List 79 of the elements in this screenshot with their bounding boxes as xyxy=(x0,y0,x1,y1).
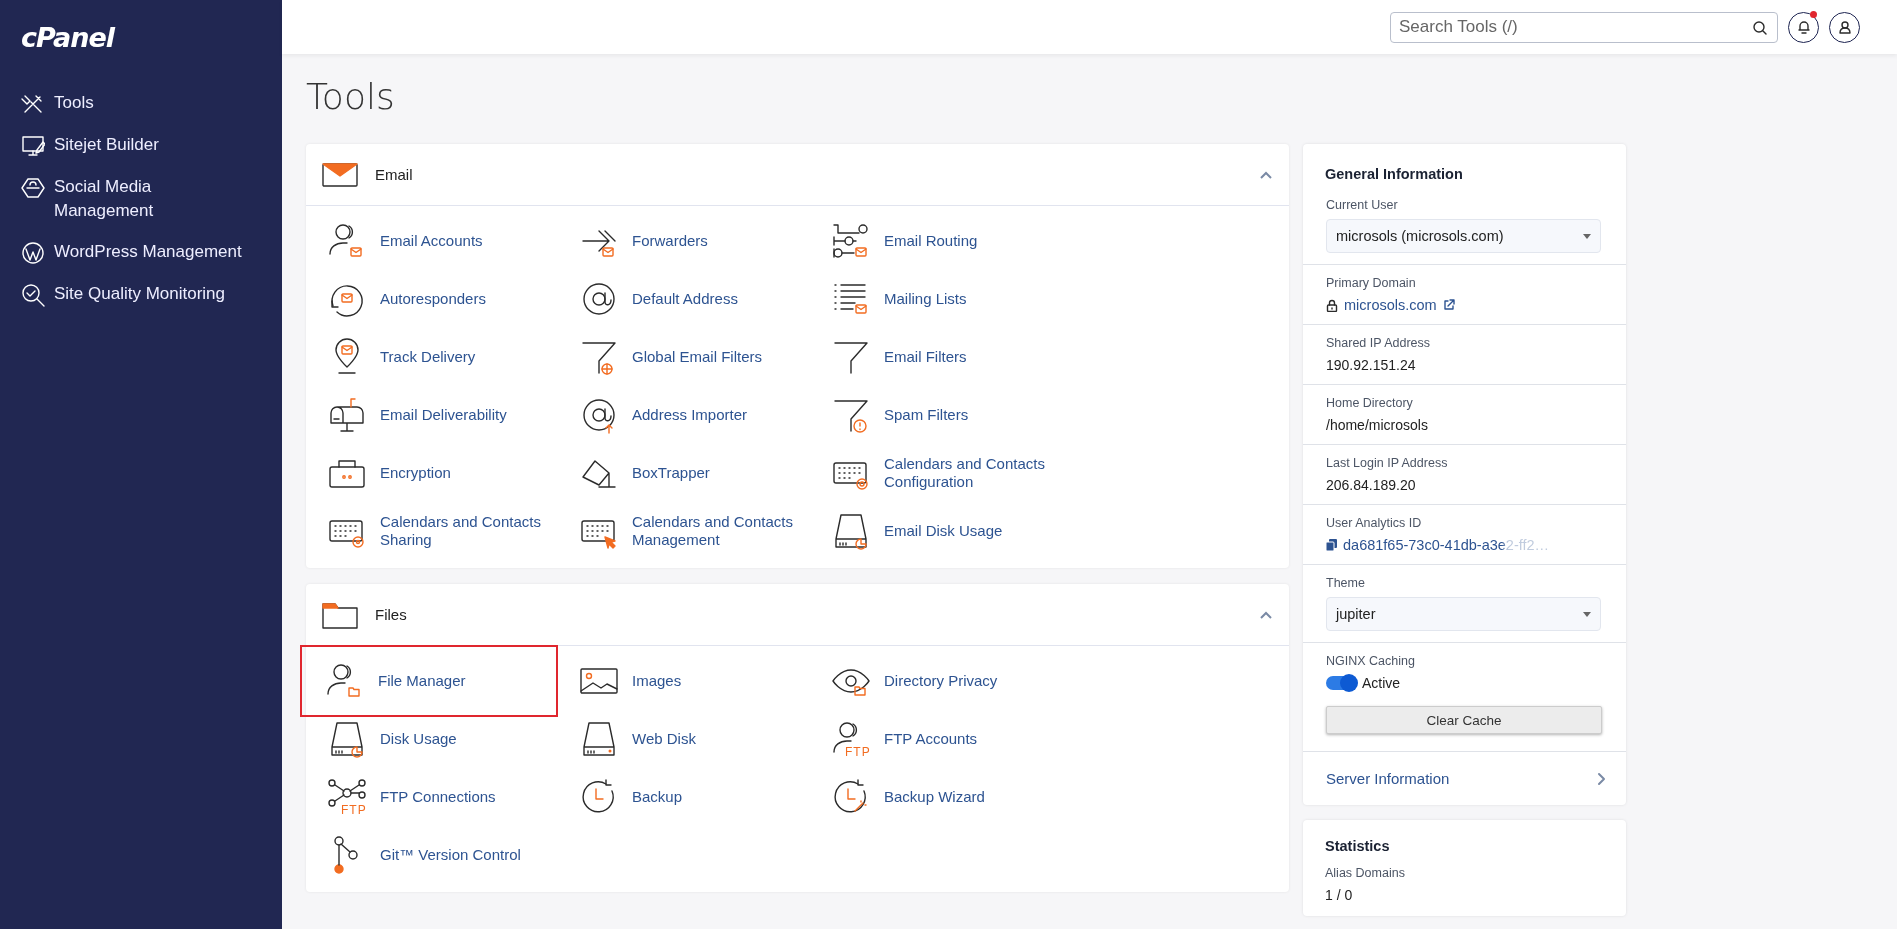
sidebar-item[interactable]: Sitejet Builder xyxy=(21,133,271,158)
tool-link[interactable]: Encryption xyxy=(306,444,558,502)
tool-link[interactable]: Global Email Filters xyxy=(558,328,810,386)
tool-link[interactable]: BoxTrapper xyxy=(558,444,810,502)
tool-link[interactable]: Address Importer xyxy=(558,386,810,444)
mailbox-icon xyxy=(327,395,367,435)
lock-icon xyxy=(1326,298,1338,312)
hexagon-icon xyxy=(21,176,45,200)
tool-link[interactable]: File Manager xyxy=(300,645,558,717)
toggle-switch[interactable] xyxy=(1326,676,1356,690)
toggle-label: Active xyxy=(1362,675,1401,691)
tool-link[interactable]: Forwarders xyxy=(558,212,810,270)
tool-link[interactable]: Mailing Lists xyxy=(810,270,1062,328)
ftp-label: FTP xyxy=(341,804,367,816)
select-field[interactable]: jupiter xyxy=(1326,597,1601,631)
magnifier-check-icon xyxy=(21,283,45,307)
field-label: Theme xyxy=(1326,576,1366,590)
tool-link[interactable]: Email Filters xyxy=(810,328,1062,386)
card-title: General Information xyxy=(1324,165,1464,184)
tool-link[interactable]: Spam Filters xyxy=(810,386,1062,444)
tool-link[interactable]: Images xyxy=(558,652,810,710)
section-title: Email xyxy=(375,166,414,183)
sidebar-item[interactable]: Social Media Management xyxy=(21,175,271,223)
chevron-right-icon xyxy=(1597,771,1606,786)
tool-link[interactable]: Email Deliverability xyxy=(306,386,558,444)
field-label: Last Login IP Address xyxy=(1326,456,1449,470)
search-icon xyxy=(1752,19,1768,36)
tool-link[interactable]: Email Disk Usage xyxy=(810,502,1062,560)
select-field[interactable]: microsols (microsols.com) xyxy=(1326,219,1601,253)
tool-link[interactable]: Calendars and Contacts Management xyxy=(558,502,810,560)
route-envelope-icon xyxy=(831,221,871,261)
circle-logo-icon xyxy=(21,241,45,265)
server-information-link[interactable]: Server Information xyxy=(1303,752,1626,805)
tool-link[interactable]: Track Delivery xyxy=(306,328,558,386)
tool-link[interactable]: Backup Wizard xyxy=(810,768,1062,826)
collapse-chevron-icon[interactable] xyxy=(1259,169,1273,180)
tool-link[interactable]: FTP FTP Accounts xyxy=(810,710,1062,768)
field-label: Shared IP Address xyxy=(1326,336,1431,350)
copy-icon[interactable] xyxy=(1326,539,1337,551)
domain-link[interactable]: microsols.com xyxy=(1344,297,1437,313)
clear-cache-button[interactable]: Clear Cache xyxy=(1326,706,1602,734)
tool-link[interactable]: Default Address xyxy=(558,270,810,328)
analytics-id: da681f65-73c0-41db-a3e2-ff2… xyxy=(1343,537,1550,553)
tool-link[interactable]: Autoresponders xyxy=(306,270,558,328)
cpanel-logo[interactable]: cPanel xyxy=(21,22,115,53)
field-label: NGINX Caching xyxy=(1326,654,1416,668)
search-field[interactable]: Search Tools (/) xyxy=(1390,11,1778,43)
field-label: User Analytics ID xyxy=(1326,516,1423,530)
field-label: Current User xyxy=(1326,198,1399,212)
notifications-button[interactable] xyxy=(1788,11,1819,43)
user-button[interactable] xyxy=(1829,11,1860,43)
field-label: Alias Domains xyxy=(1325,866,1406,880)
ftp-label: FTP xyxy=(845,746,871,758)
external-link-icon xyxy=(1442,299,1455,311)
field-value: 1 / 0 xyxy=(1325,887,1353,903)
tool-link[interactable]: Email Routing xyxy=(810,212,1062,270)
tool-link[interactable]: Calendars and Contacts Sharing xyxy=(306,502,558,560)
tool-link[interactable]: Directory Privacy xyxy=(810,652,1062,710)
collapse-chevron-icon[interactable] xyxy=(1259,609,1273,620)
user-icon xyxy=(1837,20,1852,34)
tool-link[interactable]: Backup xyxy=(558,768,810,826)
field-label: Home Directory xyxy=(1326,396,1414,410)
tool-link[interactable]: FTP FTP Connections xyxy=(306,768,558,826)
sidebar-item[interactable]: Tools xyxy=(21,91,271,116)
tool-link[interactable]: Email Accounts xyxy=(306,212,558,270)
field-value: 190.92.151.24 xyxy=(1326,357,1417,373)
monitor-pen-icon xyxy=(21,134,45,158)
field-value: 206.84.189.20 xyxy=(1326,477,1417,493)
tool-link[interactable]: Git™ Version Control xyxy=(306,826,558,884)
bell-icon xyxy=(1796,20,1811,34)
field-value: /home/microsols xyxy=(1326,417,1429,433)
sidebar-item[interactable]: WordPress Management xyxy=(21,240,271,265)
sidebar-item[interactable]: Site Quality Monitoring xyxy=(21,282,271,307)
card-title: Statistics xyxy=(1325,838,1391,854)
tool-link[interactable]: Web Disk xyxy=(558,710,810,768)
page-title: Tools xyxy=(306,76,396,117)
tool-link[interactable]: Calendars and Contacts Configuration xyxy=(810,444,1062,502)
section-title: Files xyxy=(375,606,408,623)
field-label: Primary Domain xyxy=(1326,276,1417,290)
